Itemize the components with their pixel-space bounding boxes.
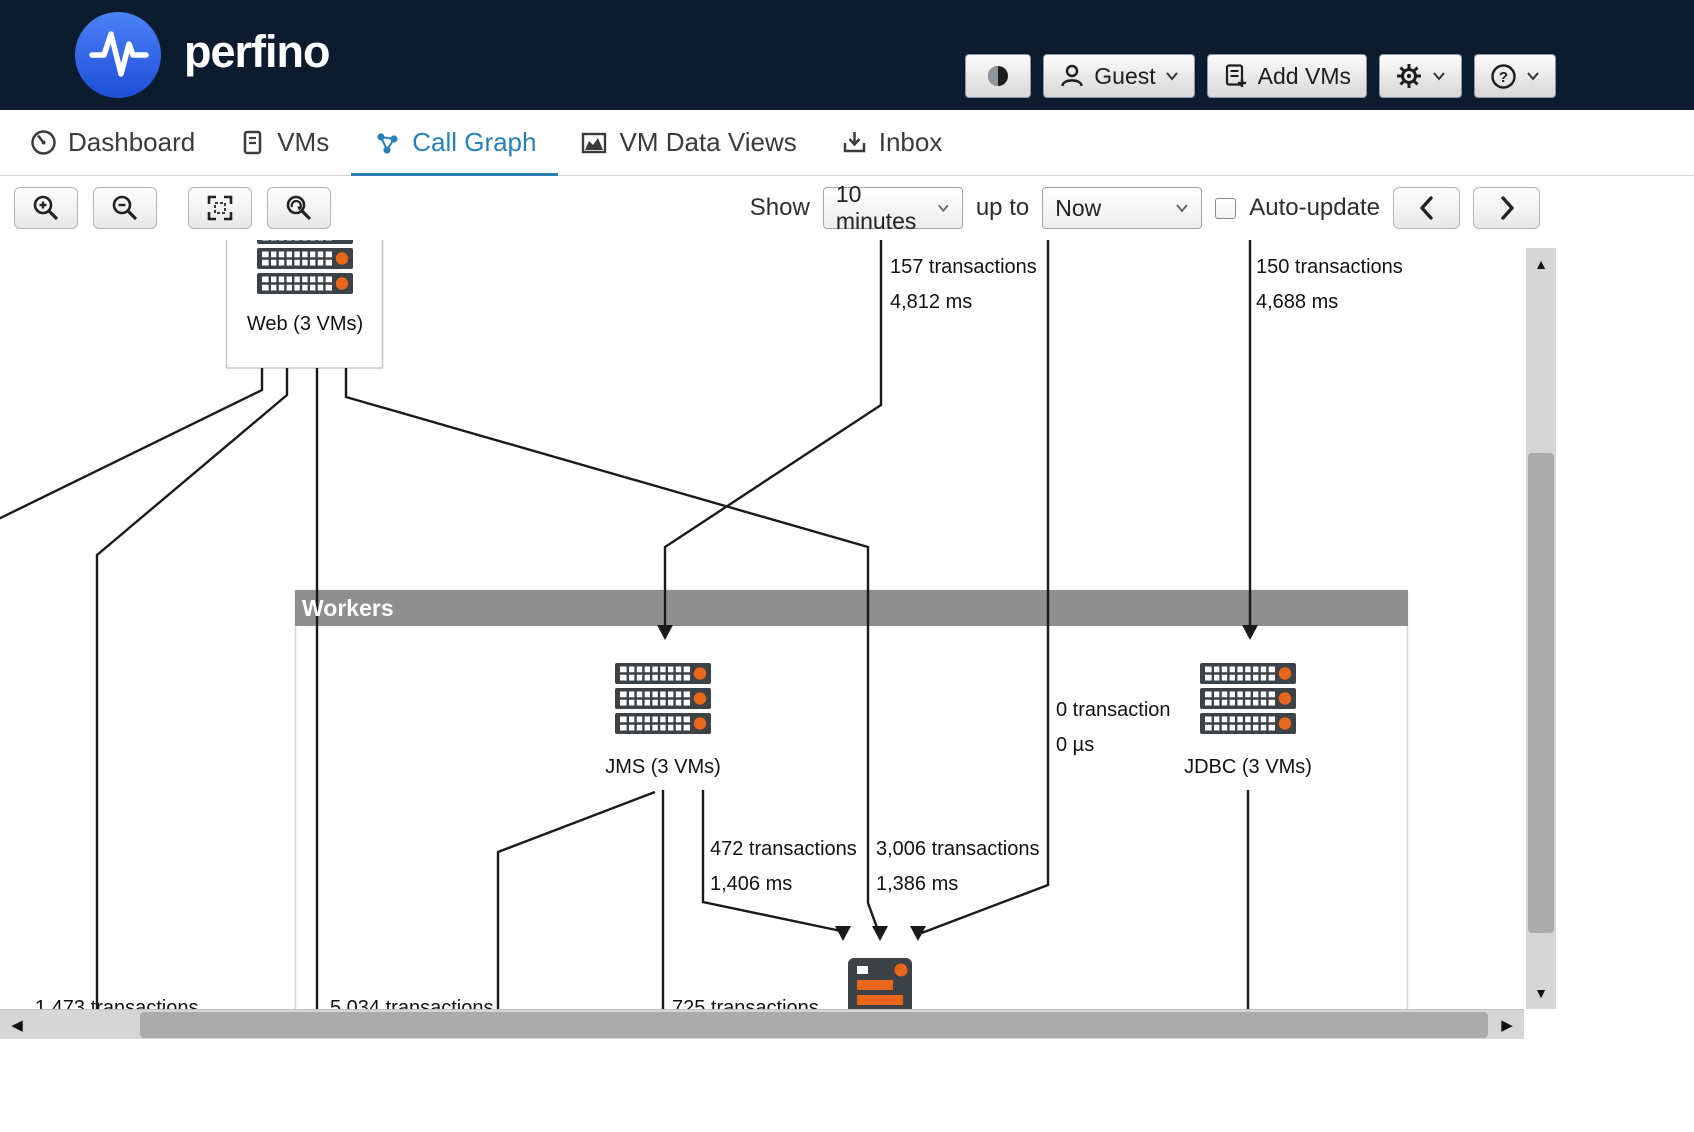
upto-value: Now bbox=[1055, 195, 1101, 222]
edge-transactions: 150 transactions bbox=[1256, 250, 1403, 285]
dashboard-icon bbox=[30, 129, 57, 156]
edge-time: 1,386 ms bbox=[876, 867, 1039, 902]
settings-menu-button[interactable] bbox=[1379, 54, 1462, 98]
chevron-right-icon bbox=[1497, 195, 1517, 221]
show-label: Show bbox=[750, 194, 810, 222]
tab-inbox[interactable]: Inbox bbox=[819, 110, 965, 175]
horizontal-scrollbar[interactable]: ◀ ▶ bbox=[0, 1009, 1524, 1039]
main-nav: Dashboard VMs Call Graph VM Data Views bbox=[0, 110, 1694, 176]
reset-zoom-icon bbox=[284, 193, 314, 223]
edge-time: 0 µs bbox=[1056, 728, 1171, 763]
fit-to-view-button[interactable] bbox=[188, 187, 252, 229]
database-node-icon[interactable] bbox=[848, 958, 912, 1010]
edge-transactions: 0 transaction bbox=[1056, 693, 1171, 728]
chevron-down-icon bbox=[1526, 71, 1540, 81]
edge-label-web-jdbc: 150 transactions 4,688 ms bbox=[1256, 250, 1403, 320]
help-menu-button[interactable]: ? bbox=[1474, 54, 1556, 98]
tab-label: VM Data Views bbox=[619, 127, 796, 158]
vertical-scrollbar[interactable]: ▲ ▼ bbox=[1526, 248, 1556, 1009]
top-bar: perfino Guest bbox=[0, 0, 1694, 110]
add-vms-label: Add VMs bbox=[1258, 63, 1351, 90]
zoom-out-icon bbox=[110, 193, 140, 223]
tab-label: Inbox bbox=[879, 127, 943, 158]
edge-time: 1,406 ms bbox=[710, 867, 857, 902]
add-vm-icon bbox=[1223, 63, 1249, 89]
tab-call-graph[interactable]: Call Graph bbox=[351, 110, 558, 175]
tab-vm-data-views[interactable]: VM Data Views bbox=[558, 110, 818, 175]
zoom-in-button[interactable] bbox=[14, 187, 78, 229]
workers-group-label: Workers bbox=[302, 591, 394, 625]
tab-dashboard[interactable]: Dashboard bbox=[8, 110, 217, 175]
add-vms-button[interactable]: Add VMs bbox=[1207, 54, 1367, 98]
edge-label-jms-db: 472 transactions 1,406 ms bbox=[710, 832, 857, 902]
zoom-in-icon bbox=[31, 193, 61, 223]
tab-label: Dashboard bbox=[68, 127, 195, 158]
perfino-logo-icon bbox=[74, 11, 162, 99]
scroll-right-arrow[interactable]: ▶ bbox=[1490, 1010, 1524, 1040]
guest-label: Guest bbox=[1094, 63, 1155, 90]
call-graph-canvas[interactable]: Workers Web (3 VMs) JMS (3 VMs) JDBC (3 … bbox=[0, 240, 1524, 1010]
history-back-button[interactable] bbox=[1393, 187, 1460, 229]
edge-label-jms-jdbc: 0 transaction 0 µs bbox=[1056, 693, 1171, 763]
inbox-icon bbox=[841, 129, 868, 156]
chevron-down-icon bbox=[1175, 203, 1189, 213]
vms-icon bbox=[239, 129, 266, 156]
edge-label-web-db: 3,006 transactions 1,386 ms bbox=[876, 832, 1039, 902]
reset-zoom-button[interactable] bbox=[267, 187, 331, 229]
zoom-out-button[interactable] bbox=[93, 187, 157, 229]
horizontal-scrollbar-thumb[interactable] bbox=[140, 1012, 1488, 1038]
history-forward-button[interactable] bbox=[1473, 187, 1540, 229]
fit-view-icon bbox=[205, 193, 235, 223]
upto-select[interactable]: Now bbox=[1042, 187, 1202, 229]
jdbc-node-label[interactable]: JDBC (3 VMs) bbox=[1184, 756, 1312, 779]
time-range-select[interactable]: 10 minutes bbox=[823, 187, 963, 229]
chevron-down-icon bbox=[1432, 71, 1446, 81]
web-node-label[interactable]: Web (3 VMs) bbox=[247, 313, 363, 336]
theme-toggle-button[interactable] bbox=[965, 54, 1031, 98]
edge-transactions: 3,006 transactions bbox=[876, 832, 1039, 867]
scroll-down-arrow[interactable]: ▼ bbox=[1526, 977, 1556, 1009]
tab-label: VMs bbox=[277, 127, 329, 158]
chevron-left-icon bbox=[1417, 195, 1437, 221]
scroll-left-arrow[interactable]: ◀ bbox=[0, 1010, 34, 1040]
tab-vms[interactable]: VMs bbox=[217, 110, 351, 175]
jms-node-label[interactable]: JMS (3 VMs) bbox=[605, 756, 721, 779]
time-range-value: 10 minutes bbox=[836, 181, 937, 235]
gear-icon bbox=[1395, 62, 1423, 90]
jdbc-node-icon[interactable] bbox=[1200, 663, 1296, 734]
chevron-down-icon bbox=[937, 203, 950, 213]
edge-label-web-jms: 157 transactions 4,812 ms bbox=[890, 250, 1037, 320]
call-graph-icon bbox=[373, 129, 401, 157]
graph-toolbar: Show 10 minutes up to Now Auto-update bbox=[0, 176, 1694, 240]
workers-group bbox=[295, 590, 1408, 1010]
scroll-up-arrow[interactable]: ▲ bbox=[1526, 248, 1556, 280]
topbar-actions: Guest Add VMs bbox=[965, 54, 1556, 98]
upto-label: up to bbox=[976, 194, 1029, 222]
chevron-down-icon bbox=[1165, 71, 1179, 81]
time-range-controls: Show 10 minutes up to Now Auto-update bbox=[750, 187, 1694, 229]
help-icon: ? bbox=[1490, 63, 1517, 90]
tab-label: Call Graph bbox=[412, 127, 536, 158]
dark-mode-icon bbox=[985, 63, 1011, 89]
edge-transactions: 472 transactions bbox=[710, 832, 857, 867]
jms-node-icon[interactable] bbox=[615, 663, 711, 734]
vertical-scrollbar-thumb[interactable] bbox=[1528, 453, 1554, 933]
edge-transactions: 157 transactions bbox=[890, 250, 1037, 285]
edge-time: 4,812 ms bbox=[890, 285, 1037, 320]
guest-menu-button[interactable]: Guest bbox=[1043, 54, 1194, 98]
auto-update-label: Auto-update bbox=[1249, 194, 1380, 222]
svg-text:?: ? bbox=[1499, 69, 1508, 86]
web-node-icon[interactable] bbox=[257, 240, 353, 294]
auto-update-checkbox[interactable] bbox=[1215, 198, 1236, 219]
data-views-icon bbox=[580, 129, 608, 157]
brand-title: perfino bbox=[184, 26, 330, 78]
edge-time: 4,688 ms bbox=[1256, 285, 1403, 320]
user-icon bbox=[1059, 63, 1085, 89]
